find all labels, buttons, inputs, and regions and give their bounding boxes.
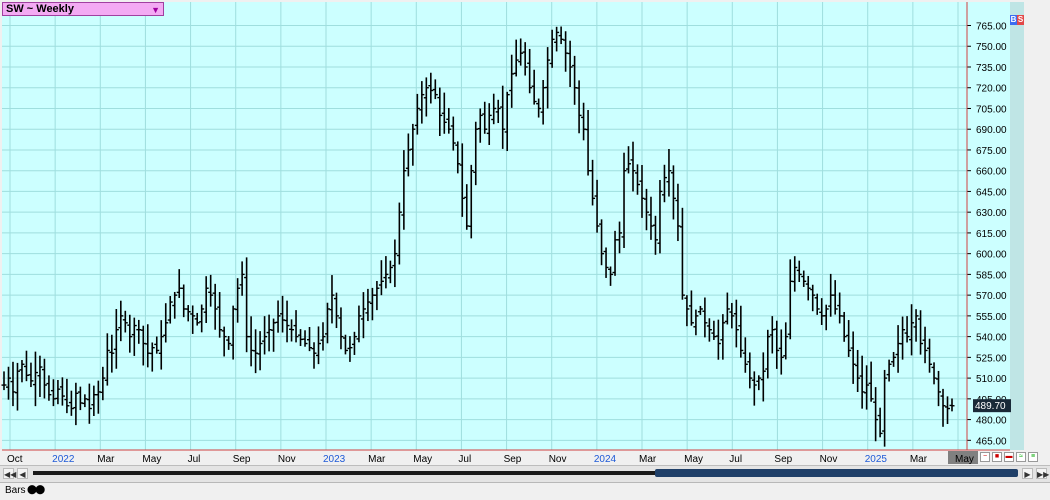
x-tick-label: Jul xyxy=(458,454,471,465)
tool-button-4[interactable]: ≈ xyxy=(1016,452,1026,462)
sell-badge[interactable]: S xyxy=(1017,15,1024,25)
x-tick-label: 2022 xyxy=(52,454,75,465)
symbol-title-dropdown[interactable]: SW ~ Weekly ▼ xyxy=(2,2,164,16)
y-tick-label: 615.00 xyxy=(976,229,1007,240)
y-tick-label: 765.00 xyxy=(976,22,1007,33)
chart-root: 765.00 750.00 735.00 720.00 705.00 690.00 675.… xyxy=(0,0,1050,499)
y-tick-label: 630.00 xyxy=(976,208,1007,219)
x-tick-label: Oct xyxy=(7,454,23,465)
y-tick-label: 465.00 xyxy=(976,436,1007,447)
current-price-label: 489.70 xyxy=(975,401,1006,412)
buy-badge[interactable]: B xyxy=(1010,15,1017,25)
scroll-thumb[interactable] xyxy=(655,469,1018,477)
x-tick-label: May xyxy=(142,454,161,465)
symbol-title: SW ~ Weekly xyxy=(6,3,74,15)
y-tick-label: 480.00 xyxy=(976,416,1007,427)
x-tick-label: Sep xyxy=(774,454,792,465)
y-tick-label: 660.00 xyxy=(976,167,1007,178)
x-tick-label: May xyxy=(684,454,703,465)
scroll-first-icon[interactable]: ◀◀ xyxy=(3,468,16,479)
y-tick-label: 735.00 xyxy=(976,63,1007,74)
x-tick-label: Jul xyxy=(729,454,742,465)
y-tick-label: 690.00 xyxy=(976,125,1007,136)
buy-sell-badges[interactable]: BS xyxy=(1010,9,1024,27)
x-tick-label: Sep xyxy=(233,454,251,465)
tool-button-3[interactable]: ▬ xyxy=(1004,452,1014,462)
x-tick-label: May xyxy=(955,454,974,465)
x-tick-label: Mar xyxy=(639,454,657,465)
x-tick-label: Mar xyxy=(910,454,928,465)
x-tick-label: 2023 xyxy=(323,454,346,465)
y-tick-label: 750.00 xyxy=(976,42,1007,53)
y-tick-label: 525.00 xyxy=(976,353,1007,364)
tool-button-5[interactable]: ≡ xyxy=(1028,452,1038,462)
y-tick-label: 720.00 xyxy=(976,84,1007,95)
scroll-right-icon[interactable]: ▶ xyxy=(1022,468,1033,479)
y-tick-label: 510.00 xyxy=(976,374,1007,385)
bars-label: Bars xyxy=(5,485,26,496)
y-tick-label: 645.00 xyxy=(976,187,1007,198)
chevron-down-icon: ▼ xyxy=(151,5,160,15)
tool-button-2[interactable]: ■ xyxy=(992,452,1002,462)
bars-toggle-icon[interactable]: ⬤⬤ xyxy=(27,484,45,495)
y-tick-label: 600.00 xyxy=(976,250,1007,261)
y-tick-label: 555.00 xyxy=(976,312,1007,323)
y-tick-label: 705.00 xyxy=(976,104,1007,115)
x-tick-label: May xyxy=(413,454,432,465)
y-tick-label: 570.00 xyxy=(976,291,1007,302)
x-tick-label: Sep xyxy=(504,454,522,465)
x-tick-label: Nov xyxy=(820,454,838,465)
x-tick-label: Nov xyxy=(278,454,296,465)
x-tick-label: Jul xyxy=(188,454,201,465)
x-tick-label: 2024 xyxy=(594,454,617,465)
y-tick-label: 675.00 xyxy=(976,146,1007,157)
right-margin-strip xyxy=(1010,2,1024,450)
scroll-last-icon[interactable]: ▶▶ xyxy=(1036,468,1049,479)
x-tick-label: Mar xyxy=(97,454,115,465)
x-tick-label: 2025 xyxy=(865,454,888,465)
price-chart: 765.00 750.00 735.00 720.00 705.00 690.00 675.… xyxy=(1,2,1024,465)
x-tick-label: Mar xyxy=(368,454,386,465)
status-bar: Bars ⬤⬤ xyxy=(0,482,1050,500)
time-scrollbar[interactable]: ◀◀ ◀ ▶ ▶▶ xyxy=(0,465,1050,482)
y-tick-label: 585.00 xyxy=(976,270,1007,281)
y-tick-label: 540.00 xyxy=(976,333,1007,344)
tool-button-1[interactable]: − xyxy=(980,452,990,462)
scroll-left-icon[interactable]: ◀ xyxy=(17,468,28,479)
x-tick-label: Nov xyxy=(549,454,567,465)
